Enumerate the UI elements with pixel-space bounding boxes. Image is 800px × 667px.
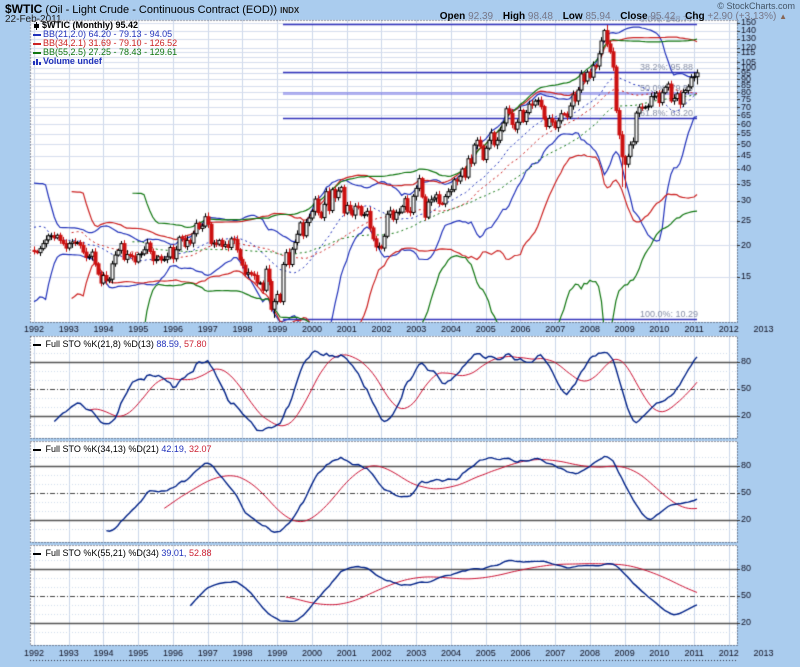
stoch2-name: Full STO %K(34,13) %D(21) — [45, 444, 159, 454]
ticker-description: (Oil - Light Crude - Continuous Contract… — [42, 4, 281, 16]
stoch3-swatch-icon — [33, 552, 41, 555]
open-value: 92.39 — [468, 11, 494, 22]
stockcharts-chart-page: { "header": { "symbol": "$WTIC", "title_… — [0, 0, 800, 667]
stoch2-k-value: 42.19, — [161, 444, 187, 454]
legend-volume-text: Volume undef — [43, 56, 102, 66]
high-label: High — [502, 11, 526, 22]
stoch1-k-value: 88.59, — [156, 339, 182, 349]
stoch3-name: Full STO %K(55,21) %D(34) — [45, 548, 159, 558]
stoch-panel-1-label: Full STO %K(21,8) %D(13) 88.59, 57.80 — [33, 339, 206, 349]
low-value: 85.94 — [585, 11, 611, 22]
exchange-label: INDX — [280, 6, 300, 15]
stoch1-name: Full STO %K(21,8) %D(13) — [45, 339, 154, 349]
stoch2-d-value: 32.07 — [188, 444, 212, 454]
stoch-panel-3-label: Full STO %K(55,21) %D(34) 39.01, 52.88 — [33, 548, 211, 558]
ohlc-quote-row: Open 92.39 High 98.48 Low 85.94 Close 95… — [433, 11, 787, 22]
stoch-panel-2-label: Full STO %K(34,13) %D(21) 42.19, 32.07 — [33, 444, 211, 454]
price-and-stochastics-chart — [0, 0, 800, 667]
stoch1-swatch-icon — [33, 343, 41, 346]
chg-value: +2.90 (+3.13%) — [707, 11, 777, 22]
close-value: 95.42 — [650, 11, 676, 22]
high-value: 98.48 — [527, 11, 553, 22]
copyright: © StockCharts.com — [717, 1, 795, 11]
close-label: Close — [620, 11, 648, 22]
chg-label: Chg — [685, 11, 705, 22]
stoch1-d-value: 57.80 — [183, 339, 207, 349]
open-label: Open — [439, 11, 466, 22]
stoch2-swatch-icon — [33, 448, 41, 451]
low-label: Low — [562, 11, 583, 22]
chg-up-arrow-icon: ▲ — [779, 12, 787, 21]
main-chart-legend: $WTIC (Monthly) 95.42 BB(21,2.0) 64.20 -… — [33, 21, 177, 66]
stoch3-k-value: 39.01, — [161, 548, 187, 558]
legend-volume-row: Volume undef — [33, 57, 177, 66]
candlestick-icon — [34, 21, 39, 30]
volume-bars-icon — [33, 59, 41, 66]
bb34-swatch-icon — [33, 42, 41, 45]
bb21-swatch-icon — [33, 33, 41, 36]
bb55-swatch-icon — [33, 51, 41, 54]
stoch3-d-value: 52.88 — [188, 548, 212, 558]
